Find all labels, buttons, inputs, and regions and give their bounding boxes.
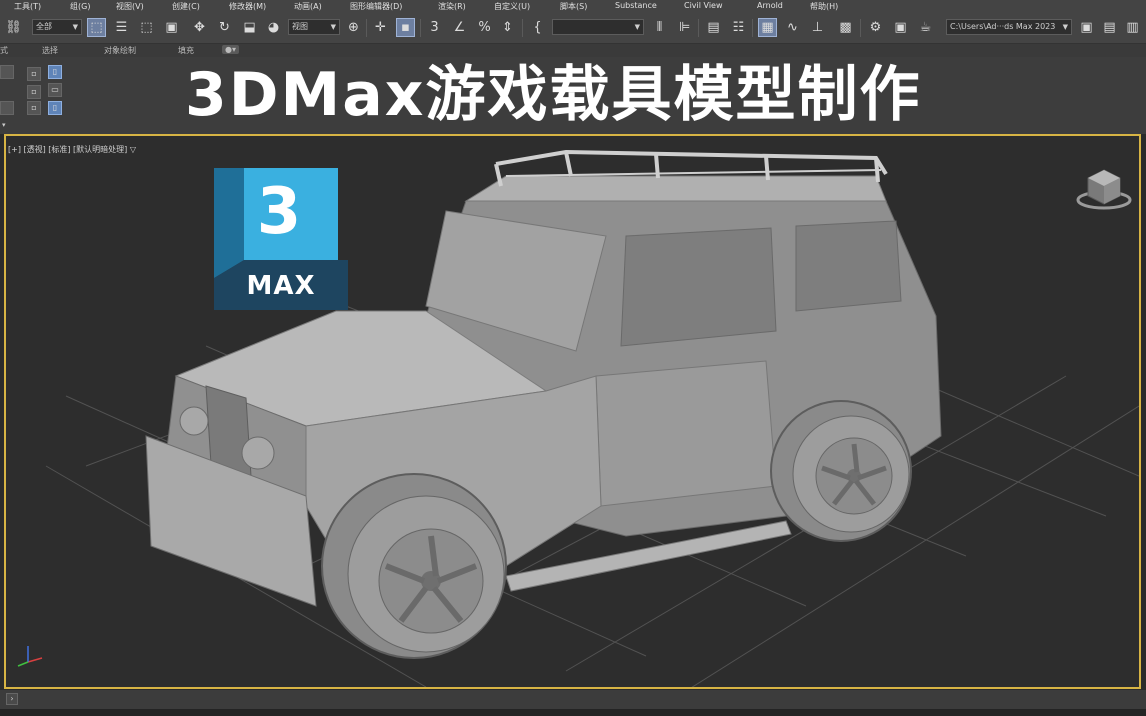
panel-button[interactable]: ▭ — [48, 83, 62, 97]
menu-civil-view[interactable]: Civil View — [684, 1, 723, 10]
ribbon-tab-object-paint[interactable]: 对象绘制 — [104, 45, 136, 56]
render-setup-icon[interactable]: ⚙ — [866, 18, 885, 37]
select-by-name-icon[interactable]: ☰ — [112, 18, 131, 37]
ribbon-toggle-icon[interactable]: ●▾ — [222, 45, 239, 54]
curve-editor-icon[interactable]: ∿ — [783, 18, 802, 37]
align-icon[interactable]: ⊫ — [675, 18, 694, 37]
menu-graph-editors[interactable]: 图形编辑器(D) — [350, 1, 402, 12]
panel-dropdown-arrow-icon[interactable]: ▾ — [2, 121, 6, 129]
select-manipulate-icon[interactable]: ✛ — [371, 18, 390, 37]
panel-button[interactable]: ▫ — [27, 67, 41, 81]
reference-coord-dropdown[interactable]: 视图 ▼ — [288, 19, 340, 35]
named-selection-dropdown[interactable]: ▼ — [552, 19, 644, 35]
viewport-label[interactable]: [+] [透视] [标准] [默认明暗处理] ▽ — [8, 144, 136, 155]
rect-selection-icon[interactable]: ⬚ — [137, 18, 156, 37]
panel-toggle-button[interactable]: ▯ — [48, 65, 62, 79]
panel-button[interactable] — [0, 101, 14, 115]
menu-rendering[interactable]: 渲染(R) — [438, 1, 466, 12]
spinner-snap-icon[interactable]: ⇕ — [498, 18, 517, 37]
menu-substance[interactable]: Substance — [615, 1, 657, 10]
ribbon-tab-selection[interactable]: 选择 — [42, 45, 58, 56]
menu-tools[interactable]: 工具(T) — [14, 1, 41, 12]
axis-tripod-icon — [17, 646, 43, 667]
rear-wheel[interactable] — [770, 400, 912, 542]
project-settings-icon[interactable]: ▥ — [1123, 18, 1142, 37]
panel-button[interactable]: ▫ — [27, 101, 41, 115]
open-project-icon[interactable]: ▤ — [1100, 18, 1119, 37]
pivot-icon[interactable]: ⊕ — [344, 18, 363, 37]
angle-snap-icon[interactable]: ∠ — [450, 18, 469, 37]
rotate-icon[interactable]: ↻ — [215, 18, 234, 37]
menu-modifiers[interactable]: 修改器(M) — [229, 1, 266, 12]
place-icon[interactable]: ◕ — [264, 18, 283, 37]
viewcube-icon[interactable] — [1074, 162, 1134, 214]
scene-explorer-icon[interactable]: ▤ — [704, 18, 723, 37]
menu-create[interactable]: 创建(C) — [172, 1, 200, 12]
snap-toggle-icon[interactable]: 3 — [425, 18, 444, 37]
menu-view[interactable]: 视图(V) — [116, 1, 144, 12]
logo-number: 3 — [256, 175, 302, 249]
menu-arnold[interactable]: Arnold — [757, 1, 783, 10]
panel-button[interactable] — [0, 65, 14, 79]
select-object-icon[interactable]: ⬚ — [87, 18, 106, 37]
keyboard-shortcut-icon[interactable]: ▪ — [396, 18, 415, 37]
page-title: 3DMax游戏载具模型制作 — [185, 60, 922, 130]
logo-text: MAX — [246, 271, 316, 301]
panel-button[interactable]: ▫ — [27, 85, 41, 99]
timeline-toggle-icon[interactable]: › — [6, 693, 18, 705]
percent-snap-icon[interactable]: % — [475, 18, 494, 37]
layer-explorer-icon[interactable]: ☷ — [729, 18, 748, 37]
left-command-panel: ▫ ▯ ▫ ▭ ▫ ▯ ▾ — [0, 57, 72, 134]
schematic-view-icon[interactable]: ⊥ — [808, 18, 827, 37]
ribbon-tab-populate[interactable]: 填充 — [178, 45, 194, 56]
viewport-scene — [17, 149, 1139, 687]
project-path-dropdown[interactable]: C:\Users\Ad···ds Max 2023 ▼ — [946, 19, 1072, 35]
menu-scripting[interactable]: 脚本(S) — [560, 1, 587, 12]
menu-group[interactable]: 组(G) — [70, 1, 90, 12]
link-icon[interactable]: ⛓ — [4, 18, 23, 37]
mirror-icon[interactable]: ⫴ — [650, 18, 669, 37]
rendered-frame-icon[interactable]: ▣ — [891, 18, 910, 37]
window-crossing-icon[interactable]: ▣ — [162, 18, 181, 37]
menu-help[interactable]: 帮助(H) — [810, 1, 838, 12]
render-production-icon[interactable]: ☕ — [916, 18, 935, 37]
project-folder-icon[interactable]: ▣ — [1077, 18, 1096, 37]
scale-icon[interactable]: ⬓ — [240, 18, 259, 37]
funnel-icon[interactable]: ▽ — [130, 145, 136, 154]
move-icon[interactable]: ✥ — [190, 18, 209, 37]
menu-bar: 工具(T) 组(G) 视图(V) 创建(C) 修改器(M) 动画(A) 图形编辑… — [0, 0, 1146, 13]
material-editor-icon[interactable]: ▩ — [836, 18, 855, 37]
menu-customize[interactable]: 自定义(U) — [494, 1, 530, 12]
edit-named-selection-icon[interactable]: { — [528, 18, 547, 37]
selection-filter-dropdown[interactable]: 全部 ▼ — [32, 19, 82, 35]
ribbon-tabs: 式 选择 对象绘制 填充 ●▾ — [0, 44, 1146, 57]
menu-animation[interactable]: 动画(A) — [294, 1, 322, 12]
ribbon-arrow-icon: 式 — [0, 46, 8, 55]
main-toolbar: ⛓ 全部 ▼ ⬚ ☰ ⬚ ▣ ✥ ↻ ⬓ ◕ 视图 ▼ ⊕ ✛ ▪ 3 ∠ % ⇕ … — [0, 13, 1146, 44]
timeline-track[interactable] — [0, 709, 1146, 716]
perspective-viewport[interactable] — [4, 134, 1141, 689]
panel-toggle-button[interactable]: ▯ — [48, 101, 62, 115]
front-wheel[interactable] — [321, 473, 507, 659]
toggle-ribbon-icon[interactable]: ▦ — [758, 18, 777, 37]
